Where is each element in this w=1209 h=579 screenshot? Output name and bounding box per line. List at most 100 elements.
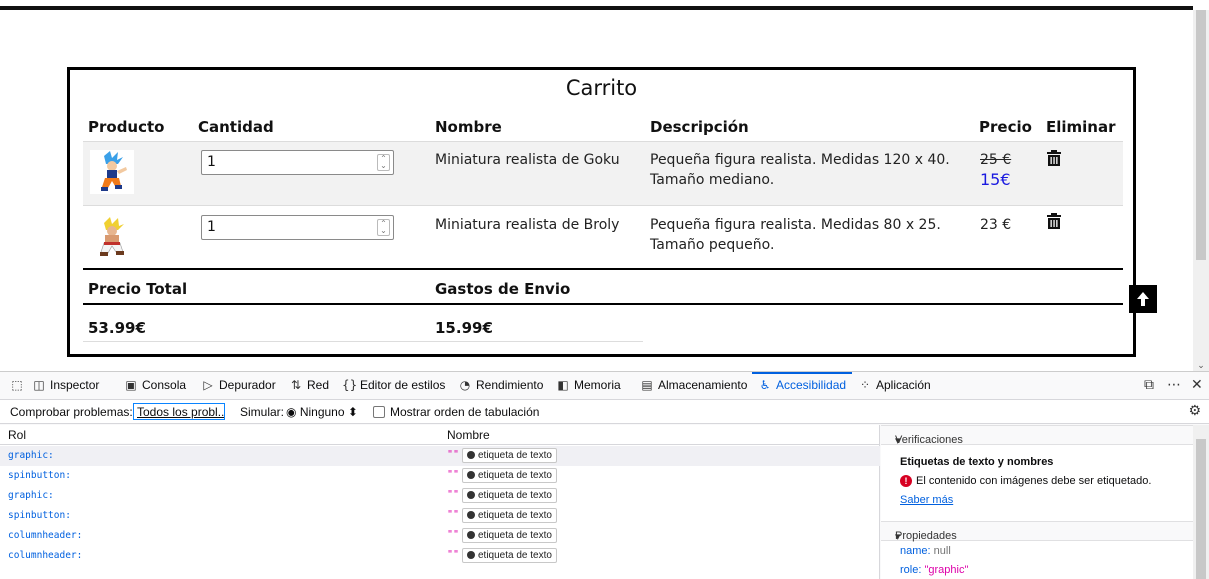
tab-depurador[interactable]: ▷ Depurador: [201, 378, 275, 392]
scroll-top-button[interactable]: [1129, 285, 1157, 313]
debugger-icon: ▷: [203, 378, 213, 392]
warning-icon: [467, 511, 475, 519]
tab-aplicacion[interactable]: ⁘ Aplicación: [858, 378, 931, 392]
checks-section-header[interactable]: ▾ Verificaciones: [881, 425, 1193, 447]
tab-order-checkbox[interactable]: [373, 406, 385, 418]
network-icon: ⇅: [290, 378, 302, 392]
col-role: Rol: [8, 428, 27, 442]
old-price: 25 €: [980, 152, 1012, 168]
prop-name: name: null: [900, 545, 951, 557]
a11y-toolbar: Comprobar problemas: Todos los probl... …: [0, 400, 1209, 424]
a11y-sidebar: ▾ Verificaciones Etiquetas de texto y no…: [881, 425, 1209, 579]
cart-table: Carrito Producto Cantidad Nombre Descrip…: [67, 67, 1136, 357]
discounted-price: 15€: [980, 170, 1011, 189]
checks-heading: Etiquetas de texto y nombres: [900, 456, 1054, 468]
warning-icon: [467, 491, 475, 499]
product-desc-line1: Pequeña figura realista. Medidas 80 x 25…: [650, 217, 941, 233]
console-icon: ▣: [125, 378, 137, 392]
trash-icon[interactable]: [1047, 213, 1061, 229]
quantity-stepper[interactable]: 1 ⌃ ⌄: [201, 150, 394, 175]
tree-row[interactable]: spinbutton: "" etiqueta de texto: [0, 466, 880, 486]
trash-icon[interactable]: [1047, 150, 1061, 166]
table-row: 1 ⌃ ⌄ Miniatura realista de Broly Pequeña…: [83, 207, 1123, 268]
warning-icon: [467, 531, 475, 539]
tree-header: Rol Nombre: [0, 425, 880, 445]
tree-row[interactable]: columnheader: "" etiqueta de texto: [0, 526, 880, 546]
cart-title: Carrito: [565, 76, 638, 100]
quantity-stepper[interactable]: 1 ⌃ ⌄: [201, 215, 394, 240]
scrollbar-thumb[interactable]: [1196, 439, 1206, 579]
tab-editor-estilos[interactable]: {} Editor de estilos: [342, 378, 445, 392]
product-desc-line1: Pequeña figura realista. Medidas 120 x 4…: [650, 152, 950, 168]
text-label-badge[interactable]: etiqueta de texto: [462, 548, 557, 563]
accessibility-icon: ♿: [759, 378, 771, 392]
header-descripcion: Descripción: [650, 118, 749, 136]
top-border: [0, 6, 1193, 10]
warning-icon: [467, 551, 475, 559]
tree-row[interactable]: graphic: "" etiqueta de texto: [0, 486, 880, 506]
product-desc-line2: Tamaño mediano.: [650, 172, 775, 188]
header-cantidad: Cantidad: [198, 118, 274, 136]
inspector-icon: ◫: [33, 378, 45, 392]
tab-red[interactable]: ⇅ Red: [289, 378, 329, 392]
memory-icon: ◧: [557, 378, 569, 392]
text-label-badge[interactable]: etiqueta de texto: [462, 448, 557, 463]
tab-almacenamiento[interactable]: ▤ Almacenamiento: [640, 378, 747, 392]
scrollbar-thumb[interactable]: [1196, 10, 1206, 260]
close-icon[interactable]: ✕: [1191, 377, 1203, 393]
header-nombre: Nombre: [435, 118, 502, 136]
totals-separator: [83, 268, 1123, 270]
check-issues-select[interactable]: Todos los probl...: [133, 403, 225, 420]
tree-row[interactable]: columnheader: "" etiqueta de texto: [0, 546, 880, 566]
total-value: 53.99€: [88, 319, 146, 337]
tab-order-label: Mostrar orden de tabulación: [390, 405, 540, 419]
tab-inspector[interactable]: ◫ Inspector: [32, 378, 99, 392]
gear-icon[interactable]: ⚙: [1188, 403, 1201, 419]
a11y-tree: Rol Nombre graphic: "" etiqueta de texto …: [0, 425, 880, 579]
tab-memoria[interactable]: ◧ Memoria: [556, 378, 620, 392]
tree-row[interactable]: spinbutton: "" etiqueta de texto: [0, 506, 880, 526]
text-label-badge[interactable]: etiqueta de texto: [462, 528, 557, 543]
style-editor-icon: {}: [342, 378, 358, 392]
totals-value-separator: [83, 303, 1123, 305]
simulate-label: Simular:: [240, 405, 285, 419]
broly-figure-image: [90, 215, 134, 259]
check-issues-label: Comprobar problemas:: [10, 405, 133, 419]
application-icon: ⁘: [859, 378, 871, 392]
devtools-panel: ⬚ ◫ Inspector ▣ Consola ▷ Depurador ⇅ Red {}…: [0, 371, 1209, 579]
performance-icon: ◔: [459, 378, 471, 392]
arrow-up-icon: [1137, 292, 1149, 306]
col-name: Nombre: [447, 428, 490, 442]
tree-row[interactable]: graphic: "" etiqueta de texto: [0, 446, 880, 466]
error-icon: !: [900, 475, 912, 487]
header-producto: Producto: [88, 118, 165, 136]
tab-accesibilidad[interactable]: ♿ Accesibilidad: [758, 378, 846, 392]
more-icon[interactable]: ⋯: [1167, 377, 1181, 393]
properties-section-header[interactable]: ▾ Propiedades: [881, 521, 1193, 543]
product-desc-line2: Tamaño pequeño.: [650, 237, 775, 253]
divider: [83, 341, 643, 342]
spin-arrows-icon[interactable]: ⌃ ⌄: [377, 154, 390, 171]
spin-arrows-icon[interactable]: ⌃ ⌄: [377, 219, 390, 236]
simulate-select[interactable]: ◉ Ninguno ⬍: [286, 405, 358, 419]
learn-more-link[interactable]: Saber más: [900, 494, 953, 506]
sidebar-scrollbar[interactable]: [1193, 425, 1209, 579]
devtools-tabbar: ⬚ ◫ Inspector ▣ Consola ▷ Depurador ⇅ Red {}…: [0, 372, 1209, 400]
tab-rendimiento[interactable]: ◔ Rendimiento: [458, 378, 544, 392]
table-row: 1 ⌃ ⌄ Miniatura realista de Goku Pequeña …: [83, 141, 1123, 206]
text-label-badge[interactable]: etiqueta de texto: [462, 508, 557, 523]
text-label-badge[interactable]: etiqueta de texto: [462, 488, 557, 503]
tab-consola[interactable]: ▣ Consola: [124, 378, 186, 392]
page-scrollbar[interactable]: ⌄: [1193, 10, 1209, 371]
storage-icon: ▤: [641, 378, 653, 392]
text-label-badge[interactable]: etiqueta de texto: [462, 468, 557, 483]
shipping-label: Gastos de Envio: [435, 280, 571, 298]
dock-icon[interactable]: ⧉: [1144, 377, 1154, 393]
prop-role: role: "graphic": [900, 564, 969, 576]
checks-error: ! El contenido con imágenes debe ser etiq…: [900, 475, 1151, 487]
element-picker-icon[interactable]: ⬚: [10, 378, 28, 392]
active-tab-indicator: [752, 372, 852, 374]
goku-figure-image: [90, 150, 134, 194]
scroll-down-icon[interactable]: ⌄: [1196, 361, 1206, 371]
header-precio: Precio: [979, 118, 1032, 136]
